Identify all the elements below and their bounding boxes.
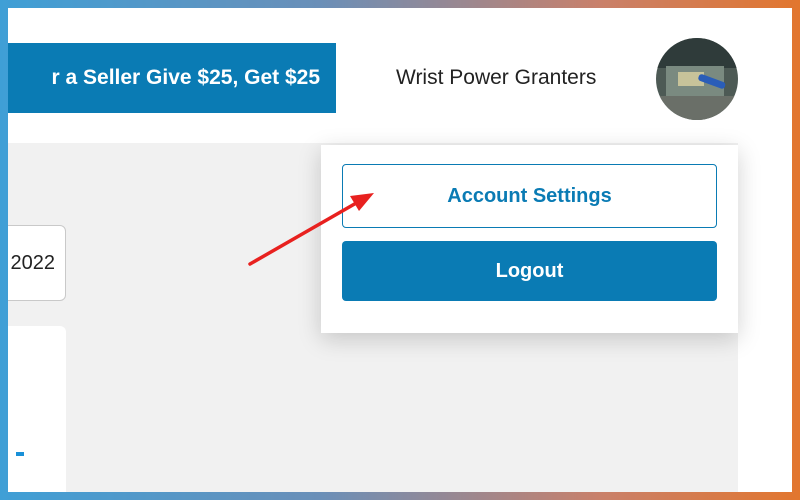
refer-seller-banner[interactable]: r a Seller Give $25, Get $25 bbox=[8, 43, 336, 113]
card-accent-bar bbox=[16, 452, 24, 456]
account-settings-button[interactable]: Account Settings bbox=[342, 164, 717, 228]
account-settings-label: Account Settings bbox=[447, 184, 612, 207]
content-card bbox=[8, 326, 66, 492]
account-dropdown-menu: Account Settings Logout bbox=[321, 145, 738, 333]
user-name: Wrist Power Granters bbox=[396, 66, 597, 89]
date-text: 2022 bbox=[10, 251, 56, 274]
promo-text: r a Seller Give $25, Get $25 bbox=[51, 66, 320, 89]
logout-label: Logout bbox=[495, 259, 564, 282]
avatar-photo-icon bbox=[656, 38, 738, 120]
app-frame: r a Seller Give $25, Get $25 Wrist Power… bbox=[8, 8, 792, 492]
date-field[interactable]: 2022 bbox=[8, 225, 66, 301]
avatar[interactable] bbox=[656, 38, 738, 120]
logout-button[interactable]: Logout bbox=[342, 241, 717, 301]
